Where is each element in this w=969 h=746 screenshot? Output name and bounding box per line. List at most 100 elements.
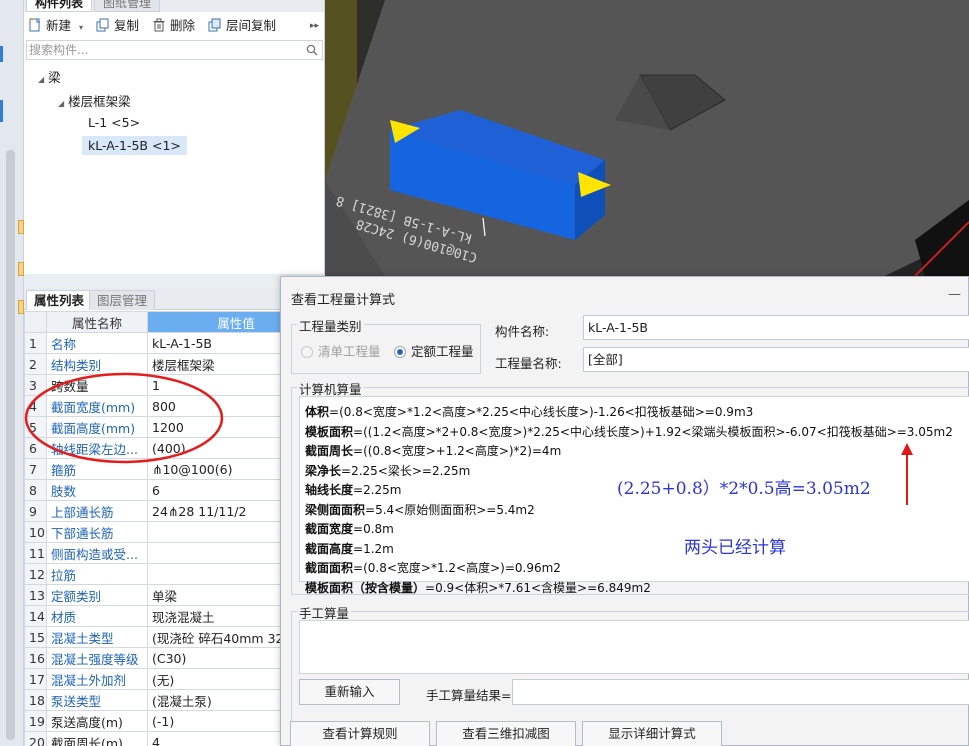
calc-line: 体积=(0.8<宽度>*1.2<高度>*2.25<中心线长度>)-1.26<扣筏… <box>305 403 753 420</box>
radio-quota-quantity-label: 定额工程量 <box>411 344 474 359</box>
property-panel: 属性列表 图层管理 属性名称 属性值 1 名称 kL-A-1-5B 2 结构类别 楼层框架… <box>24 288 325 746</box>
row-number-header <box>24 311 47 333</box>
calc-line-formula: =(0.8<宽度>*1.2<高度>*2.25<中心线长度>)-1.26<扣筏板基… <box>329 405 754 419</box>
property-name: 肢数 <box>46 479 148 501</box>
manual-calc-input[interactable] <box>299 620 969 674</box>
toolbar-overflow-icon[interactable]: ▸▸ <box>310 17 319 35</box>
component-list-panel: 构件列表 图纸管理 新建 ▾ 复制 删除 层间复制 ▸▸ 搜索构件... ◢ 梁 … <box>24 0 325 274</box>
copy-button-label: 复制 <box>114 18 140 33</box>
row-number: 9 <box>24 500 47 522</box>
3d-scene[interactable]: kL-A-1-5B [3821] 8 C10@100(6) 24C28 <box>325 0 969 276</box>
calc-line: 截面宽度=0.8m <box>305 520 394 537</box>
collapse-caret-icon[interactable]: ◢ <box>38 75 44 84</box>
minimize-button[interactable]: — <box>948 287 968 302</box>
tree-item-kl-a-1-5b[interactable]: kL-A-1-5B <1> <box>82 136 187 155</box>
calc-line-label: 截面高度 <box>305 541 354 556</box>
component-tabbar: 构件列表 图纸管理 <box>24 0 324 12</box>
tab-property-list[interactable]: 属性列表 <box>26 290 93 310</box>
calc-line: 梁侧面面积=5.4<原始侧面面积>=5.4m2 <box>305 501 535 518</box>
component-search-input[interactable]: 搜索构件... <box>26 40 323 60</box>
chevron-down-icon[interactable]: ▾ <box>79 23 83 32</box>
row-number: 12 <box>24 563 47 585</box>
calc-line: 梁净长=2.25<梁长>=2.25m <box>305 462 470 479</box>
component-name-field[interactable]: kL-A-1-5B <box>583 315 969 340</box>
radio-bill-quantity-label: 清单工程量 <box>318 344 381 359</box>
property-name: 泵送高度(m) <box>46 710 148 732</box>
row-number: 15 <box>24 626 47 648</box>
property-name-header: 属性名称 <box>46 311 148 333</box>
radio-bill-quantity[interactable]: 清单工程量 <box>301 341 381 360</box>
copy-icon <box>96 18 109 32</box>
property-name: 截面周长(m) <box>46 731 148 746</box>
annotation-note: 两头已经计算 <box>684 538 786 558</box>
strip-marker <box>0 46 3 62</box>
delete-button-label: 删除 <box>170 18 196 33</box>
tree-item-l1[interactable]: L-1 <5> <box>88 115 140 130</box>
floor-copy-button[interactable]: 层间复制 <box>208 17 276 35</box>
3d-viewport[interactable]: kL-A-1-5B [3821] 8 C10@100(6) 24C28 <box>325 0 969 276</box>
property-name: 下部通长筋 <box>46 521 148 543</box>
tab-layer-management[interactable]: 图层管理 <box>89 290 156 310</box>
manual-result-label: 手工算量结果= <box>426 688 512 703</box>
collapse-caret-icon[interactable]: ◢ <box>58 99 64 108</box>
property-name: 泵送类型 <box>46 689 148 711</box>
red-circle-annotation <box>24 372 224 464</box>
row-number: 17 <box>24 668 47 690</box>
reinput-button[interactable]: 重新输入 <box>299 679 400 705</box>
radio-quota-quantity[interactable]: 定额工程量 <box>394 341 474 360</box>
row-number: 1 <box>24 332 47 354</box>
tree-node-beam[interactable]: ◢ 梁 <box>38 67 61 86</box>
floor-copy-button-label: 层间复制 <box>226 18 277 33</box>
calc-line: 轴线长度=2.25m <box>305 481 401 498</box>
tab-drawing-management[interactable]: 图纸管理 <box>94 0 161 12</box>
quantity-name-field[interactable]: [全部] <box>583 347 969 372</box>
property-name: 名称 <box>46 332 148 354</box>
radio-dot <box>301 346 313 358</box>
quantity-formula-dialog: 查看工程量计算式 — 工程量类别 清单工程量 定额工程量 构件名称: kL-A-… <box>280 276 969 746</box>
calc-line-label: 轴线长度 <box>305 483 354 497</box>
row-number: 8 <box>24 479 47 501</box>
arrow-head <box>901 443 913 455</box>
copy-button[interactable]: 复制 <box>96 17 139 35</box>
tree-node-beam-label: 梁 <box>48 70 61 85</box>
property-name: 材质 <box>46 605 148 627</box>
property-name: 混凝土类型 <box>46 626 148 648</box>
calc-line: 截面高度=1.2m <box>305 540 394 557</box>
new-button[interactable]: 新建 ▾ <box>28 17 83 35</box>
floor-copy-icon <box>208 18 221 32</box>
delete-button[interactable]: 删除 <box>152 17 195 35</box>
strip-marker <box>0 100 3 122</box>
calc-line-label: 截面面积 <box>305 561 354 575</box>
tree-node-frame-beam[interactable]: ◢ 楼层框架梁 <box>58 91 131 110</box>
calc-line-formula: =1.2m <box>353 541 394 556</box>
tab-component-list[interactable]: 构件列表 <box>26 0 93 12</box>
dialog-title: 查看工程量计算式 <box>291 293 396 308</box>
property-name: 上部通长筋 <box>46 500 148 522</box>
trash-icon <box>153 18 165 32</box>
search-icon[interactable] <box>306 44 318 56</box>
component-name-label: 构件名称: <box>495 324 550 339</box>
row-number: 11 <box>24 542 47 564</box>
highlight-ellipse <box>24 372 224 464</box>
calc-line: 截面面积=(0.8<宽度>*1.2<高度>)=0.96m2 <box>305 559 561 576</box>
calc-line-label: 截面周长 <box>305 444 354 458</box>
calc-line-label: 模板面积（按含模量） <box>305 580 426 595</box>
manual-result-field[interactable] <box>512 679 969 705</box>
red-arrow-annotation <box>901 443 913 505</box>
calc-line: 截面周长=((0.8<宽度>+1.2<高度>)*2)=4m <box>305 442 561 459</box>
left-scrollbar[interactable] <box>6 150 15 740</box>
annotation-formula: (2.25+0.8）*2*0.5高=3.05m2 <box>617 479 871 499</box>
row-number: 16 <box>24 647 47 669</box>
property-tabbar: 属性列表 图层管理 <box>24 288 280 310</box>
row-number: 19 <box>24 710 47 732</box>
property-name: 定额类别 <box>46 584 148 606</box>
component-toolbar: 新建 ▾ 复制 删除 层间复制 ▸▸ <box>24 12 324 40</box>
view-3d-deduction-button[interactable]: 查看三维扣减图 <box>436 721 576 746</box>
calc-line-formula: =2.25<梁长>=2.25m <box>341 463 471 478</box>
property-name: 混凝土外加剂 <box>46 668 148 690</box>
show-detailed-formula-button[interactable]: 显示详细计算式 <box>582 721 722 746</box>
calc-line-formula: =0.9<体积>*7.61<含模量>=6.849m2 <box>425 580 651 595</box>
view-calc-rules-button[interactable]: 查看计算规则 <box>290 721 430 746</box>
row-number: 14 <box>24 605 47 627</box>
row-number: 10 <box>24 521 47 543</box>
